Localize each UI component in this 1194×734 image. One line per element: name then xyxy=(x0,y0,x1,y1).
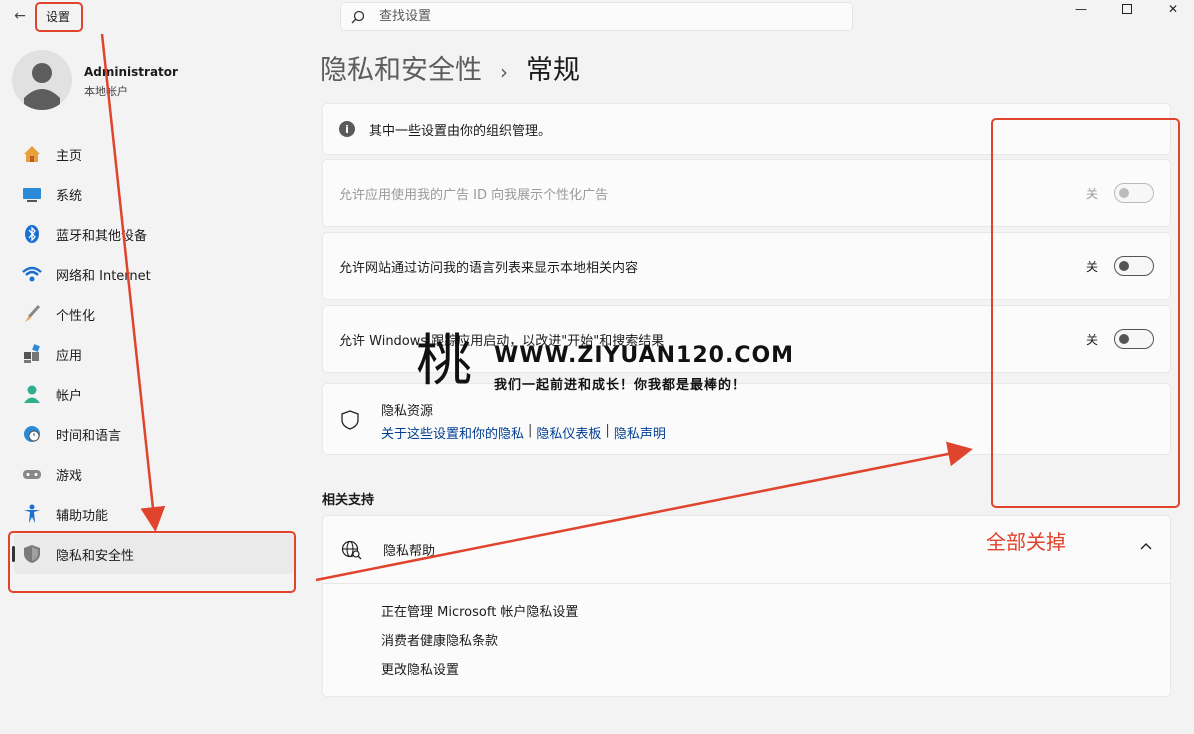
sidebar-item-label: 主页 xyxy=(56,148,83,164)
maximize-button[interactable] xyxy=(1104,0,1150,18)
shield-outline-icon xyxy=(341,410,359,430)
user-silhouette-icon xyxy=(24,63,60,110)
sidebar-item-label: 辅助功能 xyxy=(56,508,109,524)
sidebar-item-label: 蓝牙和其他设备 xyxy=(56,228,148,244)
search-input[interactable] xyxy=(379,9,799,24)
sidebar-nav: 主页 系统 蓝牙和其他设备 网络和 Internet 个性化 应用 帐户 时间和… xyxy=(12,134,294,574)
link-privacy-dashboard[interactable]: 隐私仪表板 xyxy=(536,423,601,442)
watermark-logo: 桃 xyxy=(416,329,472,394)
globe-search-icon xyxy=(341,540,362,559)
avatar[interactable] xyxy=(12,50,72,110)
managed-info-text: 其中一些设置由你的组织管理。 xyxy=(369,123,552,139)
annotation-box-settings-title xyxy=(35,2,83,32)
link-privacy-statement[interactable]: 隐私声明 xyxy=(614,423,666,442)
user-account-type: 本地帐户 xyxy=(84,85,128,98)
privacy-help-links: 正在管理 Microsoft 帐户隐私设置 消费者健康隐私条款 更改隐私设置 xyxy=(323,584,1170,688)
help-link-change-privacy[interactable]: 更改隐私设置 xyxy=(381,659,1170,688)
setting-label: 允许网站通过访问我的语言列表来显示本地相关内容 xyxy=(339,260,639,276)
annotation-box-toggles xyxy=(991,118,1180,508)
breadcrumb-separator: › xyxy=(500,60,508,84)
sidebar-item-accounts[interactable]: 帐户 xyxy=(14,374,294,414)
watermark-slogan: 我们一起前进和成长！你我都是最棒的！ xyxy=(494,378,747,393)
sidebar-item-system[interactable]: 系统 xyxy=(14,174,294,214)
page-title: 常规 xyxy=(526,55,580,86)
related-support-heading: 相关支持 xyxy=(322,493,375,508)
sidebar-item-apps[interactable]: 应用 xyxy=(14,334,294,374)
back-button[interactable]: ← xyxy=(10,6,30,26)
sidebar-item-label: 时间和语言 xyxy=(56,428,122,444)
sidebar-item-network[interactable]: 网络和 Internet xyxy=(14,254,294,294)
privacy-resources-title: 隐私资源 xyxy=(381,404,434,419)
search-box[interactable] xyxy=(340,2,853,31)
home-icon xyxy=(22,144,42,164)
privacy-resources-links: 关于这些设置和你的隐私 | 隐私仪表板 | 隐私声明 xyxy=(381,423,666,442)
system-icon xyxy=(22,184,42,204)
sidebar-item-personalization[interactable]: 个性化 xyxy=(14,294,294,334)
annotation-box-privacy-nav xyxy=(8,531,296,593)
sidebar-item-accessibility[interactable]: 辅助功能 xyxy=(14,494,294,534)
sidebar-item-label: 帐户 xyxy=(56,388,83,404)
bluetooth-icon xyxy=(22,224,42,244)
close-button[interactable]: ✕ xyxy=(1150,0,1194,18)
sidebar-item-gaming[interactable]: 游戏 xyxy=(14,454,294,494)
brush-icon xyxy=(22,304,42,324)
apps-icon xyxy=(22,344,42,364)
close-icon: ✕ xyxy=(1167,2,1179,16)
gamepad-icon xyxy=(22,464,42,484)
help-link-manage-account[interactable]: 正在管理 Microsoft 帐户隐私设置 xyxy=(381,601,1170,630)
privacy-help-title: 隐私帮助 xyxy=(383,544,436,559)
sidebar-item-home[interactable]: 主页 xyxy=(14,134,294,174)
accessibility-icon xyxy=(22,504,42,524)
sidebar-item-label: 系统 xyxy=(56,188,83,204)
search-icon xyxy=(351,10,365,23)
account-icon xyxy=(22,384,42,404)
chevron-up-icon[interactable] xyxy=(1140,542,1152,550)
breadcrumb-parent[interactable]: 隐私和安全性 xyxy=(320,48,482,87)
setting-label: 允许应用使用我的广告 ID 向我展示个性化广告 xyxy=(339,187,609,203)
user-name: Administrator xyxy=(84,65,178,79)
link-separator: | xyxy=(605,423,610,438)
sidebar-item-label: 个性化 xyxy=(56,308,96,324)
sidebar-item-bluetooth[interactable]: 蓝牙和其他设备 xyxy=(14,214,294,254)
sidebar-item-label: 网络和 Internet xyxy=(56,268,151,284)
back-arrow-icon: ← xyxy=(14,8,26,24)
link-about-settings[interactable]: 关于这些设置和你的隐私 xyxy=(381,423,524,442)
sidebar-item-label: 游戏 xyxy=(56,468,83,484)
minimize-button[interactable]: — xyxy=(1058,0,1104,18)
link-separator: | xyxy=(528,423,533,438)
minimize-icon: — xyxy=(1075,2,1087,16)
breadcrumb: 隐私和安全性 › 常规 xyxy=(320,48,580,87)
sidebar-item-label: 应用 xyxy=(56,348,83,364)
annotation-text: 全部关掉 xyxy=(986,530,1066,554)
sidebar-item-time-language[interactable]: 时间和语言 xyxy=(14,414,294,454)
wifi-icon xyxy=(22,264,42,284)
info-icon: i xyxy=(339,121,355,137)
maximize-icon xyxy=(1122,4,1132,14)
help-link-health-privacy[interactable]: 消费者健康隐私条款 xyxy=(381,630,1170,659)
watermark-url: WWW.ZIYUAN120.COM xyxy=(494,343,795,368)
clock-globe-icon xyxy=(22,424,42,444)
